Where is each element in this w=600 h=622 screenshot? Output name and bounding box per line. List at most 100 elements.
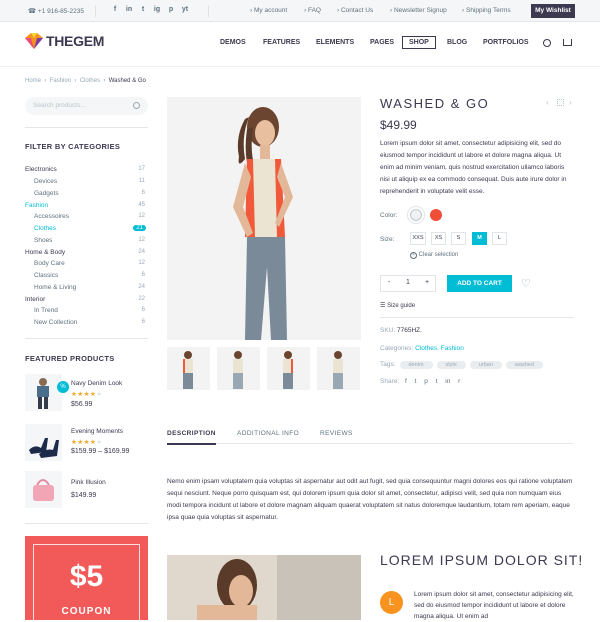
newsletter-link[interactable]: › Newsletter Signup (390, 7, 447, 14)
twitter-icon[interactable]: t (415, 378, 417, 385)
grid-icon[interactable] (557, 99, 564, 106)
category-gadgets[interactable]: Gadgets 6 (34, 190, 145, 197)
increment-button[interactable]: + (425, 279, 429, 286)
nav-shop[interactable]: SHOP (402, 36, 436, 49)
nav-features[interactable]: FEATURES (263, 39, 300, 46)
color-swatch-white[interactable] (410, 209, 422, 221)
tag[interactable]: style (436, 361, 466, 369)
category-devices[interactable]: Devices 11 (34, 178, 145, 185)
tab-description[interactable]: DESCRIPTION (167, 430, 216, 445)
product-main-image[interactable] (167, 97, 361, 340)
tumblr-icon[interactable]: t (436, 378, 438, 385)
pinterest-icon[interactable]: p (424, 378, 428, 385)
breadcrumb-home[interactable]: Home (25, 78, 41, 84)
heart-icon[interactable]: ♡ (521, 277, 531, 290)
color-swatch-red[interactable] (430, 209, 442, 221)
category-fashion[interactable]: Fashion 45 (25, 202, 145, 209)
section-text: Lorem ipsum dolor sit amet, consectetur … (414, 591, 574, 620)
coupon-banner[interactable]: $5 COUPON (25, 536, 148, 620)
tag[interactable]: denim (399, 361, 433, 369)
product-thumbnail[interactable] (217, 347, 260, 390)
product-thumbnail[interactable] (25, 424, 62, 461)
category-shoes[interactable]: Shoes 12 (34, 237, 145, 244)
category-accessoires[interactable]: Accessoires 12 (34, 213, 145, 220)
category-label: In Trend (34, 307, 58, 314)
pinterest-icon[interactable]: p (167, 6, 175, 14)
featured-product-price: $159.99 – $169.99 (71, 448, 130, 455)
nav-demos[interactable]: DEMOS (220, 39, 246, 46)
nav-elements[interactable]: ELEMENTS (316, 39, 354, 46)
facebook-icon[interactable]: f (405, 378, 407, 385)
category-label: Accessoires (34, 213, 70, 220)
linkedin-icon[interactable]: in (125, 6, 133, 14)
category-count: 17 (138, 166, 145, 172)
breadcrumb: Home › Fashion › Clothes › Washed & Go (25, 78, 146, 84)
next-product-icon[interactable]: › (569, 98, 572, 107)
linkedin-icon[interactable]: in (445, 378, 450, 385)
category-link[interactable]: Fashion (441, 345, 464, 352)
featured-product-name[interactable]: Pink Illusion (71, 479, 106, 486)
twitter-icon[interactable]: t (139, 6, 147, 14)
quantity-stepper[interactable]: - 1 + (380, 275, 436, 292)
youtube-icon[interactable]: yt (181, 6, 189, 14)
product-thumbnail[interactable] (25, 374, 62, 411)
my-wishlist-button[interactable]: My Wishlist (531, 4, 575, 18)
size-option-xxs[interactable]: XXS (410, 232, 426, 245)
featured-product-price: $149.99 (71, 492, 97, 499)
size-option-m[interactable]: M (472, 232, 487, 245)
featured-product-name[interactable]: Evening Moments (71, 428, 123, 435)
sale-badge: % (57, 381, 69, 393)
size-option-s[interactable]: S (451, 232, 466, 245)
search-input[interactable]: Search products... (25, 97, 148, 115)
breadcrumb-fashion[interactable]: Fashion (50, 78, 71, 84)
size-option-xs[interactable]: XS (431, 232, 446, 245)
category-electronics[interactable]: Electronics 17 (25, 166, 145, 173)
category-home-body[interactable]: Home & Body 24 (25, 249, 145, 256)
faq-link[interactable]: › FAQ (304, 7, 321, 14)
quantity-value[interactable]: 1 (406, 279, 410, 286)
product-thumbnail[interactable] (267, 347, 310, 390)
featured-product-name[interactable]: Navy Denim Look (71, 380, 122, 387)
size-option-l[interactable]: L (492, 232, 507, 245)
category-link[interactable]: Clothes (415, 345, 437, 352)
instagram-icon[interactable]: ig (153, 6, 161, 14)
tab-reviews[interactable]: REVIEWS (320, 430, 353, 437)
phone-number[interactable]: ☎ +1 916-85-2235 (28, 7, 84, 15)
tag[interactable]: washed (505, 361, 543, 369)
featured-product-price: $56.99 (71, 401, 93, 408)
logo[interactable]: THEGEM (25, 33, 104, 49)
nav-portfolios[interactable]: PORTFOLIOS (483, 39, 529, 46)
prev-product-icon[interactable]: ‹ (546, 98, 549, 107)
site-header: THEGEM DEMOS FEATURES ELEMENTS PAGES SHO… (0, 22, 600, 67)
decrement-button[interactable]: - (388, 279, 390, 286)
cart-icon[interactable] (563, 39, 572, 46)
category-label: Electronics (25, 166, 57, 173)
category-home-living[interactable]: Home & Living 24 (34, 284, 145, 291)
category-classics[interactable]: Classics 6 (34, 272, 145, 279)
my-account-link[interactable]: › My account (250, 7, 287, 14)
reddit-icon[interactable]: r (458, 378, 460, 385)
clear-selection-link[interactable]: × Clear selection (410, 252, 458, 259)
breadcrumb-clothes[interactable]: Clothes (80, 78, 100, 84)
color-label: Color: (380, 212, 398, 219)
tab-additional-info[interactable]: ADDITIONAL INFO (237, 430, 299, 437)
category-count: 6 (141, 319, 145, 325)
category-new-collection[interactable]: New Collection 6 (34, 319, 145, 326)
nav-blog[interactable]: BLOG (447, 39, 467, 46)
product-thumbnail[interactable] (25, 471, 62, 508)
shipping-terms-link[interactable]: › Shipping Terms (462, 7, 511, 14)
product-thumbnail[interactable] (317, 347, 360, 390)
facebook-icon[interactable]: f (111, 6, 119, 14)
category-clothes[interactable]: Clothes 21 (34, 225, 146, 232)
nav-pages[interactable]: PAGES (370, 39, 394, 46)
add-to-cart-button[interactable]: ADD TO CART (447, 275, 512, 292)
contact-us-link[interactable]: › Contact Us (337, 7, 373, 14)
search-icon[interactable] (133, 102, 140, 109)
category-body-care[interactable]: Body Care 12 (34, 260, 145, 267)
search-icon[interactable] (543, 39, 551, 47)
category-interior[interactable]: Interior 22 (25, 296, 145, 303)
category-in-trend[interactable]: In Trend 6 (34, 307, 145, 314)
product-thumbnail[interactable] (167, 347, 210, 390)
tag[interactable]: urban (469, 361, 502, 369)
size-guide-link[interactable]: ☰ Size guide (380, 302, 415, 309)
